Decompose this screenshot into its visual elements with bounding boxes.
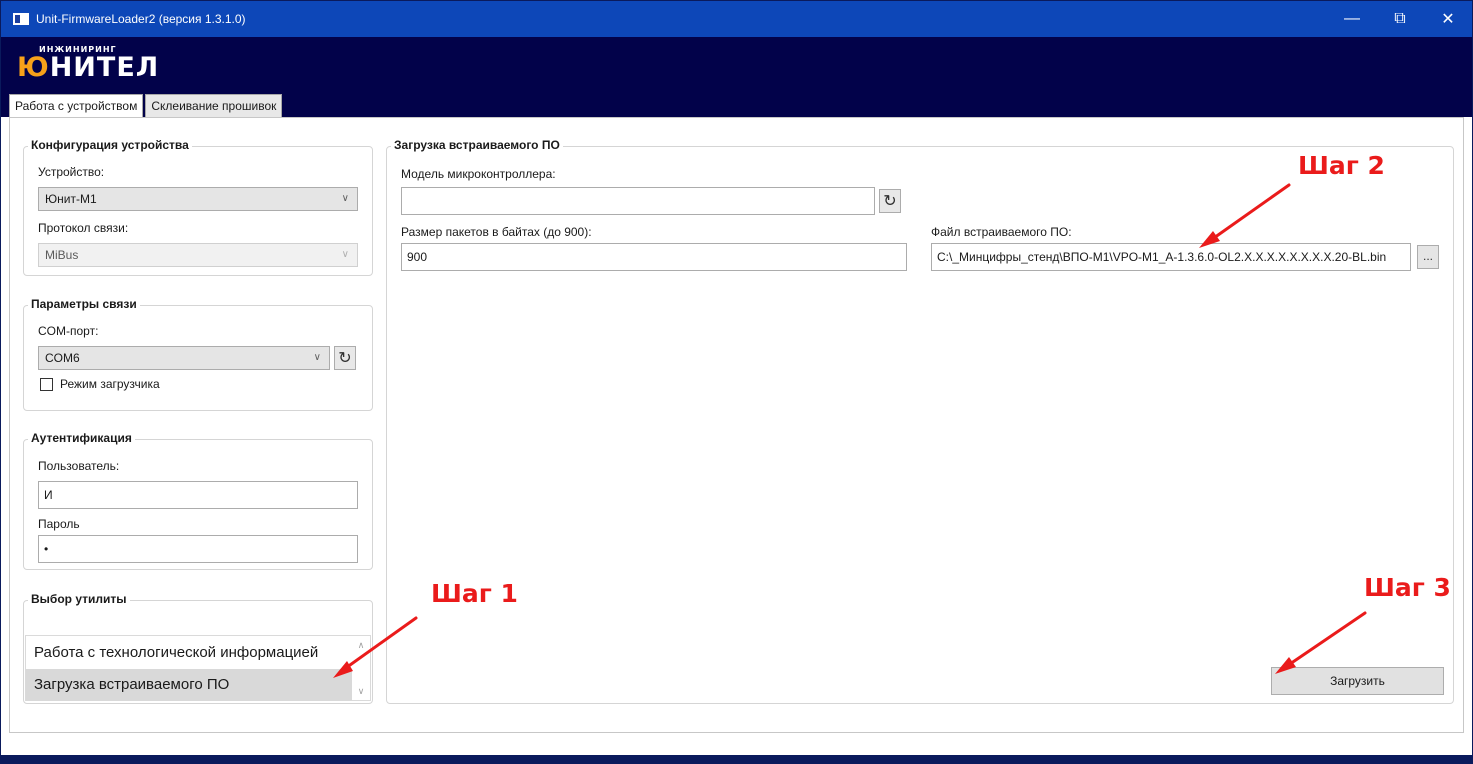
- tab-firmware-merge[interactable]: Склеивание прошивок: [145, 94, 283, 117]
- utility-list: Работа с технологической информацией Заг…: [25, 635, 371, 701]
- protocol-value: MiBus: [45, 248, 79, 262]
- device-value: Юнит-М1: [45, 192, 97, 206]
- app-icon: [13, 13, 29, 25]
- step2-annotation: Шаг 2: [1298, 151, 1385, 180]
- main-tabs: Работа с устройством Склеивание прошивок: [9, 94, 284, 118]
- password-input[interactable]: •: [38, 535, 358, 563]
- device-config-title: Конфигурация устройства: [28, 138, 192, 152]
- auth-group: Аутентификация Пользователь: И Пароль •: [23, 431, 373, 570]
- tab-content: Конфигурация устройства Устройство: Юнит…: [9, 117, 1464, 733]
- com-port-label: COM-порт:: [38, 324, 99, 338]
- step1-annotation: Шаг 1: [431, 579, 518, 608]
- minimize-icon[interactable]: —: [1328, 1, 1376, 37]
- com-port-value: COM6: [45, 351, 80, 365]
- device-config-group: Конфигурация устройства Устройство: Юнит…: [23, 138, 373, 276]
- utility-item-firmware[interactable]: Загрузка встраиваемого ПО: [26, 669, 352, 701]
- browse-file-button[interactable]: ...: [1417, 245, 1439, 269]
- firmware-file-label: Файл встраиваемого ПО:: [931, 225, 1072, 239]
- scroll-up-icon[interactable]: ∧: [352, 636, 370, 654]
- title-bar[interactable]: Unit-FirmwareLoader2 (версия 1.3.1.0) — …: [1, 1, 1472, 37]
- user-input[interactable]: И: [38, 481, 358, 509]
- connection-group: Параметры связи COM-порт: COM6 ∨ ↻ Режим…: [23, 297, 373, 411]
- refresh-icon: ↻: [883, 193, 897, 210]
- window-controls: — ⧉ ✕: [1328, 1, 1472, 37]
- mcu-label: Модель микроконтроллера:: [401, 167, 556, 181]
- auth-title: Аутентификация: [28, 431, 135, 445]
- logo-first-letter: Ю: [17, 52, 50, 83]
- logo-wordmark: ЮНИТЕЛ: [17, 54, 159, 82]
- close-icon[interactable]: ✕: [1424, 1, 1472, 37]
- logo-rest: НИТЕЛ: [49, 52, 160, 83]
- chevron-down-icon: ∨: [313, 352, 321, 363]
- firmware-file-input[interactable]: C:\_Минцифры_стенд\ВПО-М1\VPO-M1_A-1.3.6…: [931, 243, 1411, 271]
- app-header: ИНЖИНИРИНГ ЮНИТЕЛ Работа с устройством С…: [1, 37, 1472, 118]
- utility-group: Выбор утилиты Работа с технологической и…: [23, 592, 373, 704]
- chevron-down-icon: ∨: [341, 249, 349, 260]
- protocol-label: Протокол связи:: [38, 221, 129, 235]
- restore-icon[interactable]: ⧉: [1376, 1, 1424, 37]
- app-window: Unit-FirmwareLoader2 (версия 1.3.1.0) — …: [0, 0, 1473, 764]
- user-label: Пользователь:: [38, 459, 120, 473]
- step3-annotation: Шаг 3: [1364, 573, 1451, 602]
- refresh-icon: ↻: [338, 350, 352, 367]
- scroll-down-icon[interactable]: ∨: [352, 682, 370, 700]
- packet-size-label: Размер пакетов в байтах (до 900):: [401, 225, 592, 239]
- refresh-ports-button[interactable]: ↻: [334, 346, 356, 370]
- company-logo: ИНЖИНИРИНГ ЮНИТЕЛ: [11, 42, 158, 86]
- firmware-title: Загрузка встраиваемого ПО: [391, 138, 563, 152]
- bootloader-checkbox[interactable]: [40, 378, 53, 391]
- upload-button[interactable]: Загрузить: [1271, 667, 1444, 695]
- bottom-bar: [1, 755, 1472, 763]
- utility-scrollbar[interactable]: ∧ ∨: [352, 636, 370, 700]
- firmware-group: Загрузка встраиваемого ПО Модель микроко…: [386, 138, 1454, 704]
- utility-title: Выбор утилиты: [28, 592, 130, 606]
- chevron-down-icon: ∨: [341, 193, 349, 204]
- utility-item-tech-info[interactable]: Работа с технологической информацией: [26, 637, 352, 669]
- refresh-mcu-button[interactable]: ↻: [879, 189, 901, 213]
- device-label: Устройство:: [38, 165, 105, 179]
- connection-title: Параметры связи: [28, 297, 140, 311]
- tab-device[interactable]: Работа с устройством: [9, 94, 144, 118]
- bootloader-label: Режим загрузчика: [60, 377, 160, 391]
- password-label: Пароль: [38, 517, 80, 531]
- protocol-select: MiBus ∨: [38, 243, 358, 267]
- window-title: Unit-FirmwareLoader2 (версия 1.3.1.0): [36, 12, 246, 26]
- com-port-select[interactable]: COM6 ∨: [38, 346, 330, 370]
- packet-size-input[interactable]: 900: [401, 243, 907, 271]
- mcu-input[interactable]: [401, 187, 875, 215]
- device-select[interactable]: Юнит-М1 ∨: [38, 187, 358, 211]
